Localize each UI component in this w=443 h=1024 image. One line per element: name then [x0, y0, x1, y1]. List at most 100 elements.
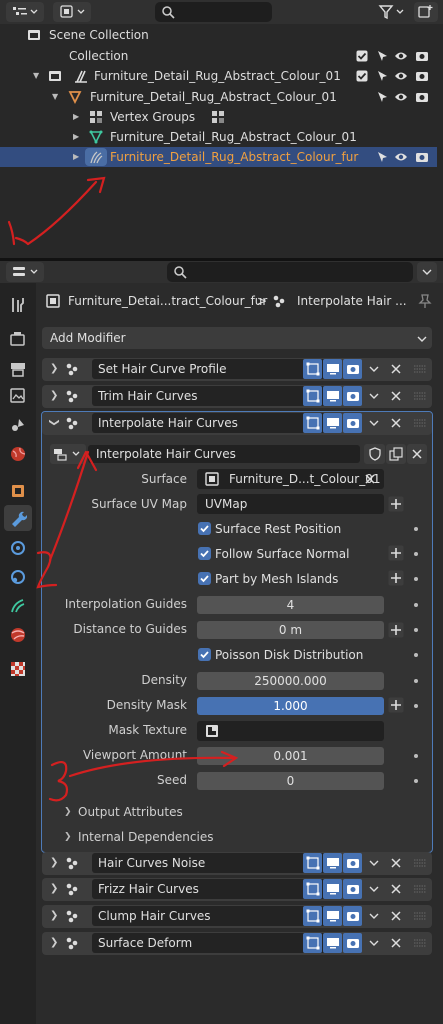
modifier-surface-deform[interactable]: ❯ Surface Deform [42, 932, 432, 955]
remove-modifier-button[interactable] [388, 360, 404, 378]
outliner-row-scene-collection[interactable]: Scene Collection [0, 25, 437, 45]
attribute-toggle-icon[interactable] [388, 496, 404, 512]
render-toggle[interactable] [343, 853, 362, 873]
modifier-menu-button[interactable] [366, 854, 382, 872]
modifier-menu-button[interactable] [366, 360, 382, 378]
expand-closed-icon[interactable]: ▶ [73, 132, 79, 141]
edit-mode-toggle[interactable] [303, 853, 322, 873]
outliner-row-mesh-data[interactable]: ▶ Furniture_Detail_Rug_Abstract_Colour_0… [0, 127, 437, 147]
output-attributes-subpanel[interactable]: Output Attributes [78, 805, 183, 819]
drag-handle-icon[interactable] [414, 939, 426, 947]
expand-open-icon[interactable]: ▼ [52, 92, 58, 101]
keyframe-dot[interactable] [414, 779, 418, 783]
tab-constraints[interactable] [9, 597, 27, 615]
filter-button[interactable] [376, 2, 410, 22]
remove-modifier-button[interactable] [388, 880, 404, 898]
modifier-menu-button[interactable] [366, 414, 382, 432]
edit-mode-toggle[interactable] [303, 359, 322, 379]
duplicate-button[interactable] [386, 444, 406, 464]
remove-modifier-button[interactable] [388, 387, 404, 405]
chevron-right-icon[interactable]: ❯ [50, 937, 58, 948]
viewport-toggle[interactable] [323, 906, 342, 926]
render-toggle[interactable] [343, 933, 362, 953]
keyframe-dot[interactable] [414, 704, 418, 708]
expand-closed-icon[interactable]: ▶ [73, 112, 79, 121]
expand-closed-icon[interactable]: ▶ [73, 152, 79, 161]
viewport-toggle[interactable] [323, 386, 342, 406]
render-toggle[interactable] [415, 150, 429, 164]
tab-texture[interactable] [9, 660, 27, 678]
selectable-toggle[interactable] [375, 69, 389, 83]
pin-icon[interactable] [418, 293, 432, 309]
modifier-set-hair-curve-profile[interactable]: ❯ Set Hair Curve Profile [42, 358, 432, 381]
internal-dependencies-subpanel[interactable]: Internal Dependencies [78, 830, 213, 844]
tab-data[interactable] [9, 626, 27, 644]
close-icon[interactable] [365, 474, 375, 484]
chevron-right-icon[interactable]: ❯ [64, 807, 72, 817]
remove-modifier-button[interactable] [388, 907, 404, 925]
exclude-checkbox[interactable] [355, 69, 369, 83]
new-collection-button[interactable] [414, 2, 438, 22]
remove-modifier-button[interactable] [388, 854, 404, 872]
attribute-toggle-icon[interactable] [388, 622, 404, 638]
modifier-menu-button[interactable] [366, 907, 382, 925]
modifier-menu-button[interactable] [366, 880, 382, 898]
chevron-right-icon[interactable]: ❯ [50, 883, 58, 894]
keyframe-dot[interactable] [414, 653, 418, 657]
tab-world[interactable] [9, 445, 27, 463]
modifier-clump-hair-curves[interactable]: ❯ Clump Hair Curves [42, 905, 432, 928]
poisson-checkbox[interactable] [198, 648, 211, 661]
tab-modifiers[interactable] [4, 505, 32, 531]
render-toggle[interactable] [415, 49, 429, 63]
outliner-row-vertex-groups[interactable]: ▶ Vertex Groups [0, 107, 437, 127]
render-toggle[interactable] [343, 906, 362, 926]
tab-output[interactable] [9, 360, 27, 378]
edit-mode-toggle[interactable] [303, 413, 322, 433]
fake-user-button[interactable] [364, 444, 385, 464]
outliner-row-collection-rug[interactable]: ▼ Furniture_Detail_Rug_Abstract_Colour_0… [0, 66, 437, 86]
chevron-right-icon[interactable]: ❯ [50, 857, 58, 868]
modifier-menu-button[interactable] [366, 934, 382, 952]
outliner-search-input[interactable] [155, 2, 272, 22]
drag-handle-icon[interactable] [414, 365, 426, 373]
viewport-toggle[interactable] [323, 853, 342, 873]
viewport-toggle[interactable] [323, 879, 342, 899]
guides-field[interactable]: 4 [197, 596, 384, 614]
expand-open-icon[interactable]: ▼ [33, 71, 39, 80]
node-group-name-field[interactable]: Interpolate Hair Curves [88, 445, 360, 463]
chevron-right-icon[interactable]: ❯ [50, 363, 58, 374]
edit-mode-toggle[interactable] [303, 906, 322, 926]
properties-search-input[interactable] [167, 262, 413, 282]
outliner-row-collection[interactable]: Collection [0, 46, 437, 66]
modifier-interpolate-hair-curves[interactable]: ❯ Interpolate Hair Curves [42, 412, 432, 435]
render-toggle[interactable] [343, 413, 362, 433]
attribute-toggle-icon[interactable] [388, 570, 404, 586]
selectable-toggle[interactable] [375, 150, 389, 164]
selectable-toggle[interactable] [375, 49, 389, 63]
outliner-scrollbar[interactable] [432, 30, 438, 230]
drag-handle-icon[interactable] [414, 419, 426, 427]
unlink-button[interactable] [407, 444, 427, 464]
editor-type-button[interactable] [6, 2, 44, 22]
keyframe-dot[interactable] [414, 679, 418, 683]
tab-view-layer[interactable] [9, 387, 27, 405]
outliner-row-fur-selected[interactable]: ▶ Furniture_Detail_Rug_Abstract_Colour_f… [0, 147, 437, 167]
properties-options-button[interactable] [417, 262, 437, 282]
modifier-trim-hair-curves[interactable]: ❯ Trim Hair Curves [42, 385, 432, 408]
node-group-browse-button[interactable] [50, 444, 86, 464]
render-toggle[interactable] [415, 69, 429, 83]
tab-object[interactable] [9, 482, 27, 500]
uvmap-field[interactable]: UVMap [197, 494, 384, 514]
follow-normal-checkbox[interactable] [198, 547, 211, 560]
viewport-toggle[interactable] [323, 933, 342, 953]
keyframe-dot[interactable] [414, 603, 418, 607]
drag-handle-icon[interactable] [414, 885, 426, 893]
tab-physics[interactable] [9, 568, 27, 586]
remove-modifier-button[interactable] [388, 934, 404, 952]
render-toggle[interactable] [343, 879, 362, 899]
viewport-amount-field[interactable]: 0.001 [197, 747, 384, 765]
modifier-hair-curves-noise[interactable]: ❯ Hair Curves Noise [42, 852, 432, 875]
distance-field[interactable]: 0 m [197, 621, 384, 639]
keyframe-dot[interactable] [414, 754, 418, 758]
render-toggle[interactable] [343, 386, 362, 406]
